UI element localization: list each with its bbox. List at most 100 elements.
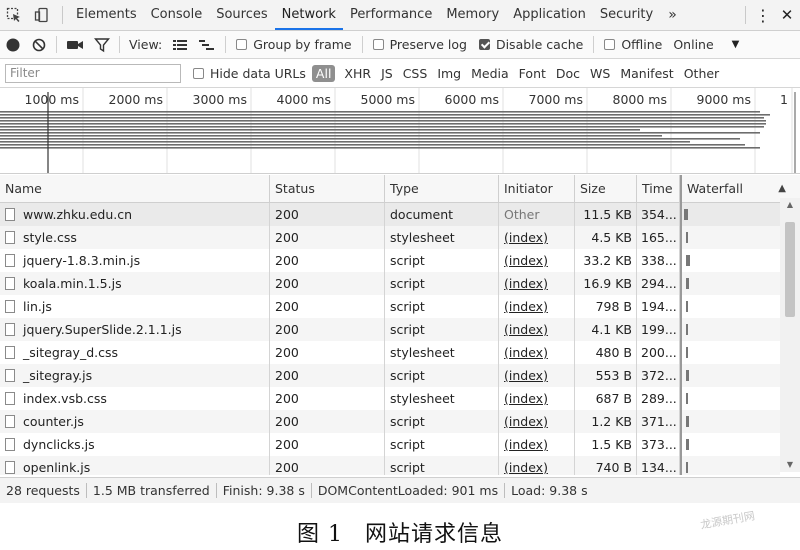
group-by-frame-box[interactable]	[236, 39, 248, 50]
filter-type-media[interactable]: Media	[466, 66, 514, 81]
tab-application[interactable]: Application	[506, 0, 593, 30]
cell-initiator[interactable]: (index)	[499, 272, 575, 295]
tab-security[interactable]: Security	[593, 0, 660, 30]
waterfall-bar[interactable]	[686, 232, 688, 243]
cell-initiator[interactable]: (index)	[499, 433, 575, 456]
cell-name[interactable]: style.css	[0, 226, 270, 249]
waterfall-bar[interactable]	[686, 278, 689, 289]
column-header-time[interactable]: Time	[637, 175, 680, 202]
hide-data-urls-checkbox[interactable]: Hide data URLs	[193, 66, 306, 81]
filter-type-css[interactable]: CSS	[398, 66, 433, 81]
group-by-frame-checkbox[interactable]: Group by frame	[230, 37, 357, 52]
tab-performance[interactable]: Performance	[343, 0, 439, 30]
cell-name[interactable]: dynclicks.js	[0, 433, 270, 456]
table-row[interactable]: _sitegray_d.css 200 stylesheet (index) 480 B…	[0, 341, 780, 364]
waterfall-bar[interactable]	[684, 209, 688, 220]
capture-screenshots-button[interactable]	[61, 31, 89, 58]
scroll-up-icon[interactable]: ▲	[780, 198, 800, 212]
filter-type-js[interactable]: JS	[376, 66, 398, 81]
large-rows-button[interactable]	[167, 31, 193, 58]
table-scrollbar[interactable]: ▲ ▼	[780, 198, 800, 472]
table-row[interactable]: _sitegray.js 200 script (index) 553 B 372...	[0, 364, 780, 387]
cell-initiator[interactable]: (index)	[499, 341, 575, 364]
cell-name[interactable]: _sitegray_d.css	[0, 341, 270, 364]
cell-initiator[interactable]: (index)	[499, 387, 575, 410]
table-row[interactable]: jquery.SuperSlide.2.1.1.js 200 script (inde…	[0, 318, 780, 341]
table-row[interactable]: lin.js 200 script (index) 798 B 194...	[0, 295, 780, 318]
waterfall-bar[interactable]	[686, 324, 688, 335]
waterfall-bar[interactable]	[686, 255, 690, 266]
tab-elements[interactable]: Elements	[69, 0, 144, 30]
cell-initiator[interactable]: (index)	[499, 295, 575, 318]
preserve-log-checkbox[interactable]: Preserve log	[367, 37, 473, 52]
cell-name[interactable]: index.vsb.css	[0, 387, 270, 410]
record-button[interactable]	[0, 31, 26, 58]
column-header-status[interactable]: Status	[270, 175, 385, 202]
throttling-select[interactable]: Online ▼	[668, 31, 744, 58]
filter-type-ws[interactable]: WS	[585, 66, 615, 81]
more-tabs-button[interactable]: »	[660, 0, 685, 30]
cell-initiator[interactable]: (index)	[499, 226, 575, 249]
filter-type-doc[interactable]: Doc	[551, 66, 585, 81]
preserve-log-box[interactable]	[372, 39, 384, 50]
cell-name[interactable]: jquery-1.8.3.min.js	[0, 249, 270, 272]
tab-memory[interactable]: Memory	[439, 0, 506, 30]
device-toolbar-icon[interactable]	[28, 0, 56, 30]
waterfall-bar[interactable]	[686, 301, 688, 312]
filter-type-img[interactable]: Img	[432, 66, 466, 81]
table-row[interactable]: www.zhku.edu.cn 200 document Other 11.5 KB 35…	[0, 203, 780, 226]
close-icon[interactable]: ✕	[774, 6, 800, 24]
waterfall-bar[interactable]	[686, 370, 689, 381]
cell-initiator[interactable]: (index)	[499, 410, 575, 433]
cell-initiator[interactable]: (index)	[499, 456, 575, 475]
waterfall-divider[interactable]	[680, 175, 682, 475]
cell-name[interactable]: _sitegray.js	[0, 364, 270, 387]
cell-initiator[interactable]: (index)	[499, 318, 575, 341]
table-row[interactable]: dynclicks.js 200 script (index) 1.5 KB 373...	[0, 433, 780, 456]
cell-name[interactable]: lin.js	[0, 295, 270, 318]
table-row[interactable]: style.css 200 stylesheet (index) 4.5 KB 165..…	[0, 226, 780, 249]
column-header-initiator[interactable]: Initiator	[499, 175, 575, 202]
cell-name[interactable]: koala.min.1.5.js	[0, 272, 270, 295]
disable-cache-box[interactable]	[478, 39, 490, 50]
offline-checkbox[interactable]: Offline	[598, 37, 668, 52]
disable-cache-checkbox[interactable]: Disable cache	[473, 37, 589, 52]
waterfall-bar[interactable]	[686, 439, 689, 450]
waterfall-bar[interactable]	[686, 416, 689, 427]
table-row[interactable]: index.vsb.css 200 stylesheet (index) 687 B 28…	[0, 387, 780, 410]
tab-console[interactable]: Console	[144, 0, 210, 30]
waterfall-bar[interactable]	[686, 393, 688, 404]
show-overview-button[interactable]	[193, 31, 221, 58]
cell-initiator[interactable]: (index)	[499, 364, 575, 387]
cell-name[interactable]: jquery.SuperSlide.2.1.1.js	[0, 318, 270, 341]
tab-sources[interactable]: Sources	[209, 0, 274, 30]
column-header-name[interactable]: Name	[0, 175, 270, 202]
filter-type-xhr[interactable]: XHR	[339, 66, 376, 81]
table-row[interactable]: counter.js 200 script (index) 1.2 KB 371...	[0, 410, 780, 433]
filter-type-other[interactable]: Other	[679, 66, 725, 81]
filter-toggle-button[interactable]	[89, 31, 115, 58]
inspect-element-icon[interactable]	[0, 0, 28, 30]
scroll-down-icon[interactable]: ▼	[780, 458, 800, 472]
table-row[interactable]: openlink.js 200 script (index) 740 B 134...	[0, 456, 780, 475]
table-row[interactable]: jquery-1.8.3.min.js 200 script (index) 33.2 …	[0, 249, 780, 272]
filter-type-manifest[interactable]: Manifest	[615, 66, 678, 81]
column-header-type[interactable]: Type	[385, 175, 499, 202]
hide-data-urls-box[interactable]	[193, 67, 204, 79]
clear-button[interactable]	[26, 31, 52, 58]
filter-type-font[interactable]: Font	[514, 66, 551, 81]
table-row[interactable]: koala.min.1.5.js 200 script (index) 16.9 KB 2…	[0, 272, 780, 295]
kebab-menu-icon[interactable]: ⋮	[752, 6, 774, 25]
offline-box[interactable]	[604, 39, 616, 50]
waterfall-bar[interactable]	[686, 347, 688, 358]
cell-name[interactable]: www.zhku.edu.cn	[0, 203, 270, 226]
waterfall-bar[interactable]	[686, 462, 688, 473]
cell-name[interactable]: openlink.js	[0, 456, 270, 475]
filter-input[interactable]	[5, 63, 181, 83]
cell-initiator[interactable]: (index)	[499, 249, 575, 272]
column-header-size[interactable]: Size	[575, 175, 637, 202]
cell-name[interactable]: counter.js	[0, 410, 270, 433]
filter-type-all[interactable]: All	[311, 64, 336, 82]
scroll-thumb[interactable]	[785, 222, 795, 317]
overview-timeline[interactable]: 1000 ms 2000 ms 3000 ms 4000 ms 5000 ms 6000 …	[0, 88, 800, 173]
